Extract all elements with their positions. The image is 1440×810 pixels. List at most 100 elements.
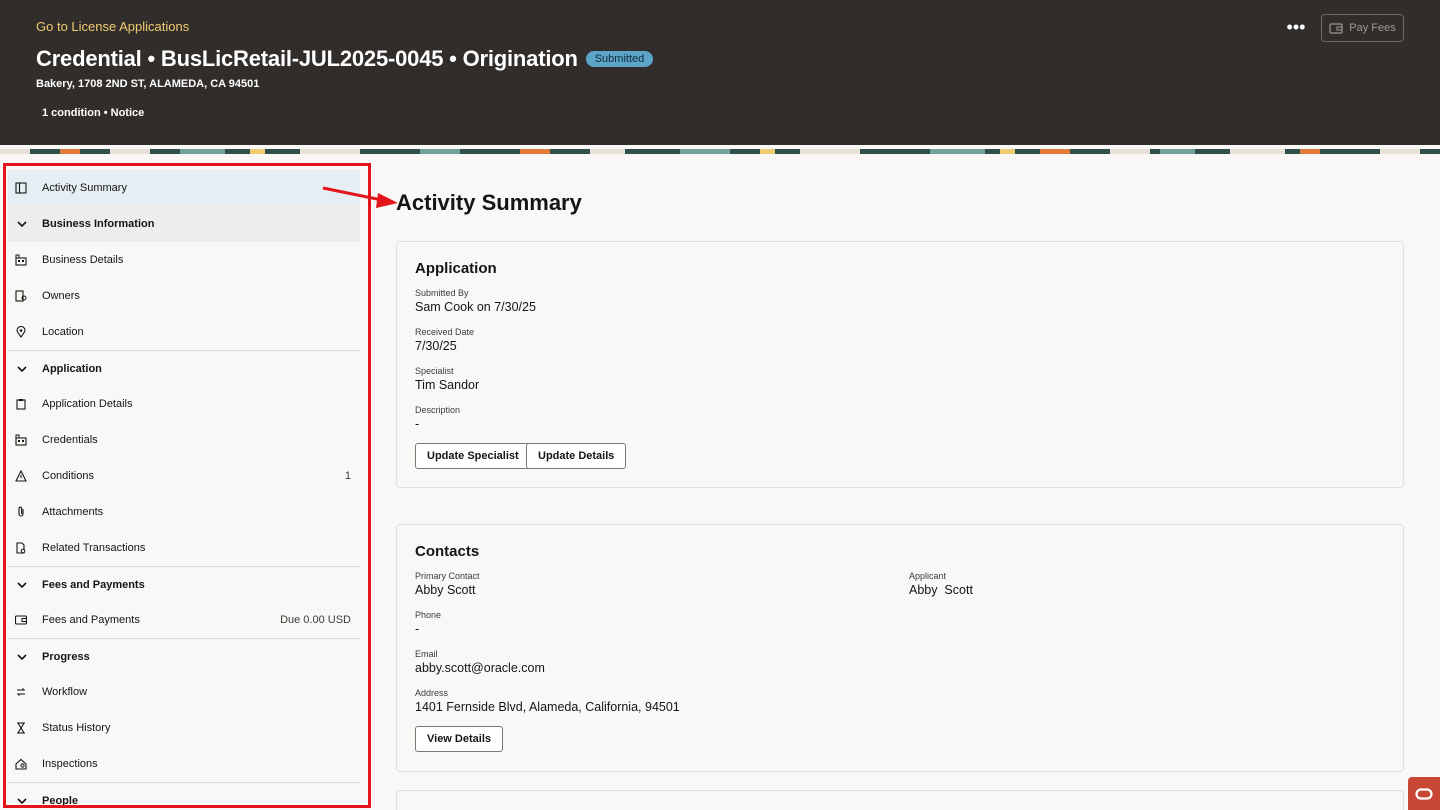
- sidebar-group-label: Application: [42, 362, 102, 375]
- title-row: Credential • BusLicRetail-JUL2025-0045 •…: [36, 46, 654, 72]
- sidebar-item-label: Location: [42, 326, 84, 338]
- specialist-field: Specialist Tim Sandor: [415, 366, 479, 392]
- chevron-down-icon: [16, 651, 28, 663]
- sidebar-group-progress[interactable]: Progress: [8, 638, 360, 674]
- sidebar-item-inspections[interactable]: Inspections: [8, 746, 360, 782]
- field-value: -: [415, 417, 420, 431]
- sidebar-group-label: Fees and Payments: [42, 578, 145, 591]
- sidebar-item-label: Status History: [42, 722, 111, 734]
- building-icon: [15, 434, 27, 446]
- field-label: Description: [415, 405, 461, 415]
- warning-icon: [15, 470, 27, 482]
- field-value: Sam Cook on 7/30/25: [415, 300, 536, 314]
- field-label: Applicant: [909, 571, 947, 581]
- field-label: Phone: [415, 610, 442, 620]
- description-field: Description -: [415, 405, 460, 431]
- building-icon: [15, 254, 27, 266]
- conditions-count: 1: [344, 470, 351, 482]
- sidebar-item-owners[interactable]: Owners: [8, 278, 360, 314]
- sidebar-item-label: Business Details: [42, 254, 124, 266]
- clipboard-icon: [15, 398, 27, 410]
- chevron-down-icon: [16, 218, 28, 230]
- field-label: Received Date: [415, 327, 475, 337]
- inspection-icon: [15, 758, 27, 770]
- submitted-by-field: Submitted By Sam Cook on 7/30/25: [415, 288, 536, 314]
- field-value: 1401 Fernside Blvd, Alameda, California,…: [415, 700, 680, 714]
- sidebar-group-people[interactable]: People: [8, 782, 360, 810]
- chevron-down-icon: [16, 795, 28, 807]
- sidebar-item-label: Fees and Payments: [42, 614, 140, 626]
- page-header: Go to License Applications Credential • …: [0, 0, 1440, 145]
- business-address: Bakery, 1708 2ND ST, ALAMEDA, CA 94501: [36, 78, 260, 90]
- chevron-down-icon: [16, 363, 28, 375]
- more-options-icon[interactable]: •••: [1284, 18, 1308, 40]
- field-value: 7/30/25: [415, 339, 457, 353]
- field-value: Tim Sandor: [415, 378, 480, 392]
- primary-contact-field: Primary Contact Abby Scott: [415, 571, 480, 597]
- sidebar-item-label: Workflow: [42, 686, 88, 698]
- field-value: Abby Scott: [415, 583, 476, 597]
- paperclip-icon: [15, 506, 27, 518]
- sidebar-item-fees-and-payments[interactable]: Fees and Payments Due 0.00 USD: [8, 602, 360, 638]
- next-card-partial: [396, 790, 1404, 810]
- field-label: Specialist: [415, 366, 454, 376]
- sidebar-item-application-details[interactable]: Application Details: [8, 386, 360, 422]
- sidebar-item-location[interactable]: Location: [8, 314, 360, 350]
- section-title: Activity Summary: [396, 190, 582, 215]
- sidebar-group-application[interactable]: Application: [8, 350, 360, 386]
- sidebar-item-label: Attachments: [42, 506, 104, 518]
- chevron-down-icon: [16, 579, 28, 591]
- pay-fees-label: Pay Fees: [1349, 22, 1396, 34]
- application-heading: Application: [415, 260, 497, 277]
- sidebar-item-business-details[interactable]: Business Details: [8, 242, 360, 278]
- phone-field: Phone -: [415, 610, 441, 636]
- application-card: Application Submitted By Sam Cook on 7/3…: [396, 241, 1404, 488]
- sidebar-item-label: Application Details: [42, 398, 133, 410]
- field-label: Submitted By: [415, 288, 469, 298]
- location-pin-icon: [15, 326, 27, 338]
- field-label: Address: [415, 688, 449, 698]
- sidebar-item-activity-summary[interactable]: Activity Summary: [8, 170, 360, 206]
- applicant-field: Applicant Abby Scott: [909, 571, 973, 597]
- update-specialist-button[interactable]: Update Specialist: [415, 443, 531, 469]
- sidebar-item-conditions[interactable]: Conditions 1: [8, 458, 360, 494]
- sidebar-item-label: Conditions: [42, 470, 94, 482]
- sidebar-item-status-history[interactable]: Status History: [8, 710, 360, 746]
- panel-icon: [15, 182, 27, 194]
- sidebar-group-label: People: [42, 794, 79, 807]
- conditions-summary: 1 condition • Notice: [42, 107, 145, 119]
- contacts-heading: Contacts: [415, 543, 480, 560]
- back-to-license-applications-link[interactable]: Go to License Applications: [36, 19, 189, 34]
- sidebar-item-label: Owners: [42, 290, 80, 302]
- sidebar-item-label: Activity Summary: [42, 182, 127, 194]
- status-badge: Submitted: [585, 51, 654, 67]
- email-field: Email abby.scott@oracle.com: [415, 649, 545, 675]
- field-value: abby.scott@oracle.com: [415, 661, 545, 675]
- sidebar-item-attachments[interactable]: Attachments: [8, 494, 360, 530]
- update-details-button[interactable]: Update Details: [526, 443, 627, 469]
- pay-fees-button[interactable]: Pay Fees: [1321, 14, 1404, 42]
- sidebar-item-label: Credentials: [42, 434, 98, 446]
- wallet-icon: [1329, 23, 1343, 34]
- sidebar-item-related-transactions[interactable]: Related Transactions: [8, 530, 360, 566]
- fees-due-amount: Due 0.00 USD: [280, 614, 351, 626]
- sidebar-group-fees-and-payments[interactable]: Fees and Payments: [8, 566, 360, 602]
- field-label: Primary Contact: [415, 571, 480, 581]
- hourglass-icon: [15, 722, 27, 734]
- document-link-icon: [15, 542, 27, 554]
- oracle-logo-icon[interactable]: [1408, 777, 1440, 810]
- received-date-field: Received Date 7/30/25: [415, 327, 474, 353]
- workflow-icon: [15, 686, 27, 698]
- wallet-icon: [15, 614, 27, 626]
- sidebar-item-credentials[interactable]: Credentials: [8, 422, 360, 458]
- field-value: Abby Scott: [909, 583, 973, 597]
- sidebar-group-label: Business Information: [42, 218, 155, 230]
- sidebar-group-label: Progress: [42, 650, 90, 663]
- sidebar-item-workflow[interactable]: Workflow: [8, 674, 360, 710]
- sidebar-group-business-information[interactable]: Business Information: [8, 206, 360, 242]
- decorative-banner: [0, 145, 1440, 154]
- contacts-card: Contacts Primary Contact Abby Scott Appl…: [396, 524, 1404, 772]
- address-field: Address 1401 Fernside Blvd, Alameda, Cal…: [415, 688, 680, 714]
- view-details-button[interactable]: View Details: [415, 726, 503, 752]
- sidebar-item-label: Related Transactions: [42, 542, 146, 554]
